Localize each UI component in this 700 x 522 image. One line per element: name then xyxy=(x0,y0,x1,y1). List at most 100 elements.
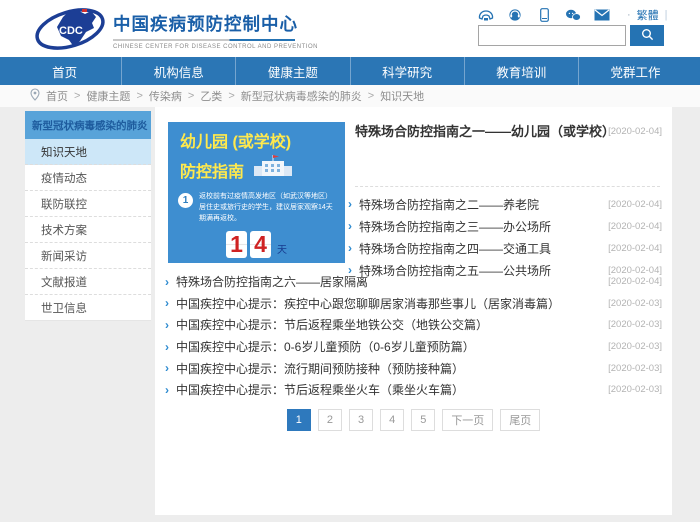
article-link[interactable]: 中国疾控中心提示：0-6岁儿童预防（0-6岁儿童预防篇） xyxy=(176,338,600,355)
location-pin-icon xyxy=(30,88,40,104)
article-date: [2020-02-04] xyxy=(608,276,662,287)
poster-days: 1 4 天 xyxy=(168,231,345,258)
page-button-3[interactable]: 3 xyxy=(349,409,373,431)
content-card: 幼儿园 (或学校) 防控指南 xyxy=(155,107,672,515)
featured-article-date: [2020-02-04] xyxy=(608,126,662,137)
search-input[interactable] xyxy=(478,25,626,46)
page-button-1[interactable]: 1 xyxy=(287,409,311,431)
sidebar-item-who-info[interactable]: 世卫信息 xyxy=(25,295,151,321)
featured-poster[interactable]: 幼儿园 (或学校) 防控指南 xyxy=(168,122,345,263)
last-page-button[interactable]: 尾页 xyxy=(500,409,540,431)
arrow-bullet-icon: › xyxy=(165,383,169,397)
article-link[interactable]: 特殊场合防控指南之四——交通工具 xyxy=(359,240,600,257)
mobile-icon[interactable] xyxy=(536,8,552,22)
cdc-logo-text: CDC xyxy=(59,25,83,37)
nav-item-research[interactable]: 科学研究 xyxy=(351,57,465,85)
site-title-block: 中国疾病预防控制中心 CHINESE CENTER FOR DISEASE CO… xyxy=(113,11,318,50)
page: CDC 中国疾病预防控制中心 CHINESE CENTER FOR DISEAS… xyxy=(0,0,700,522)
step-text: 返校前有过疫情高发地区（如武汉等地区）居住史或旅行史的学生，建议居家观察14天期… xyxy=(199,191,336,225)
search-area xyxy=(478,25,664,46)
main-nav: 首页 机构信息 健康主题 科学研究 教育培训 党群工作 xyxy=(0,57,700,85)
article-link[interactable]: 中国疾控中心提示：节后返程乘坐地铁公交（地铁公交篇） xyxy=(176,316,600,333)
dot-separator: · xyxy=(627,9,631,21)
article-date: [2020-02-03] xyxy=(608,363,662,374)
featured-article-title[interactable]: 特殊场合防控指南之一——幼儿园（或学校） xyxy=(355,124,628,141)
day-digit-1: 1 xyxy=(226,231,247,258)
breadcrumb-home[interactable]: 首页 xyxy=(46,88,68,104)
list-item: › 中国疾控中心提示：0-6岁儿童预防（0-6岁儿童预防篇） [2020-02-… xyxy=(165,336,662,358)
arrow-bullet-icon: › xyxy=(165,296,169,310)
page-button-4[interactable]: 4 xyxy=(380,409,404,431)
list-item: › 中国疾控中心提示：节后返程乘坐地铁公交（地铁公交篇） [2020-02-03… xyxy=(165,314,662,336)
next-page-button[interactable]: 下一页 xyxy=(442,409,493,431)
day-unit: 天 xyxy=(277,241,287,256)
breadcrumb-infectious[interactable]: 传染病 xyxy=(149,88,182,104)
pagination: 1 2 3 4 5 下一页 尾页 xyxy=(155,409,672,431)
article-link[interactable]: 特殊场合防控指南之二——养老院 xyxy=(359,196,600,213)
wechat-icon[interactable] xyxy=(565,8,581,22)
traditional-switch: · 繁體 | xyxy=(627,7,668,23)
list-item: › 中国疾控中心提示：节后返程乘坐火车（乘坐火车篇） [2020-02-03] xyxy=(165,379,662,401)
cdc-logo[interactable]: CDC xyxy=(33,3,107,55)
traditional-link[interactable]: 繁體 xyxy=(637,7,659,23)
nav-item-org-info[interactable]: 机构信息 xyxy=(122,57,236,85)
step-number: 1 xyxy=(178,193,193,208)
search-button[interactable] xyxy=(630,25,664,46)
article-link[interactable]: 中国疾控中心提示：节后返程乘坐火车（乘坐火车篇） xyxy=(176,381,600,398)
poster-step: 1 返校前有过疫情高发地区（如武汉等地区）居住史或旅行史的学生，建议居家观察14… xyxy=(168,191,345,225)
featured-sub-list: › 特殊场合防控指南之二——养老院 [2020-02-04] › 特殊场合防控指… xyxy=(348,193,662,281)
breadcrumb-knowledge[interactable]: 知识天地 xyxy=(380,88,424,104)
pipe-separator: | xyxy=(665,9,668,21)
phone-icon[interactable] xyxy=(478,8,494,22)
article-date: [2020-02-03] xyxy=(608,298,662,309)
article-date: [2020-02-03] xyxy=(608,319,662,330)
school-building-icon xyxy=(252,153,294,183)
article-date: [2020-02-04] xyxy=(608,199,662,210)
search-icon xyxy=(641,28,654,44)
page-button-2[interactable]: 2 xyxy=(318,409,342,431)
customer-service-icon[interactable] xyxy=(507,8,523,22)
sidebar-item-technical-plans[interactable]: 技术方案 xyxy=(25,217,151,243)
nav-item-party[interactable]: 党群工作 xyxy=(579,57,692,85)
breadcrumb-ncov[interactable]: 新型冠状病毒感染的肺炎 xyxy=(241,88,362,104)
mail-icon[interactable] xyxy=(594,8,610,22)
arrow-bullet-icon: › xyxy=(348,197,352,211)
topbar-links: · 繁體 | xyxy=(478,6,693,24)
sidebar-item-news-interviews[interactable]: 新闻采访 xyxy=(25,243,151,269)
sidebar: 新型冠状病毒感染的肺炎 知识天地 疫情动态 联防联控 技术方案 新闻采访 文献报… xyxy=(25,111,151,321)
breadcrumb-separator: > xyxy=(228,90,234,102)
arrow-bullet-icon: › xyxy=(165,275,169,289)
day-digit-2: 4 xyxy=(250,231,271,258)
list-item: › 特殊场合防控指南之六——居家隔离 [2020-02-04] xyxy=(165,271,662,293)
page-button-5[interactable]: 5 xyxy=(411,409,435,431)
nav-item-home[interactable]: 首页 xyxy=(8,57,122,85)
article-link[interactable]: 特殊场合防控指南之三——办公场所 xyxy=(359,218,600,235)
title-divider xyxy=(113,39,295,41)
featured-divider xyxy=(355,186,660,187)
arrow-bullet-icon: › xyxy=(348,241,352,255)
sidebar-item-literature[interactable]: 文献报道 xyxy=(25,269,151,295)
sidebar-item-knowledge[interactable]: 知识天地 xyxy=(25,139,151,165)
breadcrumb-health-topics[interactable]: 健康主题 xyxy=(86,88,130,104)
breadcrumb-class-b[interactable]: 乙类 xyxy=(200,88,222,104)
list-item: › 中国疾控中心提示：疾控中心跟您聊聊居家消毒那些事儿（居家消毒篇） [2020… xyxy=(165,293,662,315)
sidebar-item-epidemic-updates[interactable]: 疫情动态 xyxy=(25,165,151,191)
breadcrumb-separator: > xyxy=(188,90,194,102)
article-link[interactable]: 特殊场合防控指南之六——居家隔离 xyxy=(176,273,600,290)
article-link[interactable]: 中国疾控中心提示：流行期间预防接种（预防接种篇） xyxy=(176,360,600,377)
article-date: [2020-02-04] xyxy=(608,221,662,232)
nav-item-health-topics[interactable]: 健康主题 xyxy=(236,57,350,85)
article-link[interactable]: 中国疾控中心提示：疾控中心跟您聊聊居家消毒那些事儿（居家消毒篇） xyxy=(176,295,600,312)
nav-item-training[interactable]: 教育培训 xyxy=(465,57,579,85)
site-subtitle: CHINESE CENTER FOR DISEASE CONTROL AND P… xyxy=(113,44,318,50)
list-item: › 特殊场合防控指南之二——养老院 [2020-02-04] xyxy=(348,193,662,215)
article-date: [2020-02-03] xyxy=(608,341,662,352)
arrow-bullet-icon: › xyxy=(165,318,169,332)
article-list: › 特殊场合防控指南之六——居家隔离 [2020-02-04] › 中国疾控中心… xyxy=(165,271,662,401)
article-date: [2020-02-03] xyxy=(608,384,662,395)
sidebar-item-joint-control[interactable]: 联防联控 xyxy=(25,191,151,217)
list-item: › 中国疾控中心提示：流行期间预防接种（预防接种篇） [2020-02-03] xyxy=(165,357,662,379)
arrow-bullet-icon: › xyxy=(165,361,169,375)
breadcrumb-separator: > xyxy=(136,90,142,102)
arrow-bullet-icon: › xyxy=(348,219,352,233)
